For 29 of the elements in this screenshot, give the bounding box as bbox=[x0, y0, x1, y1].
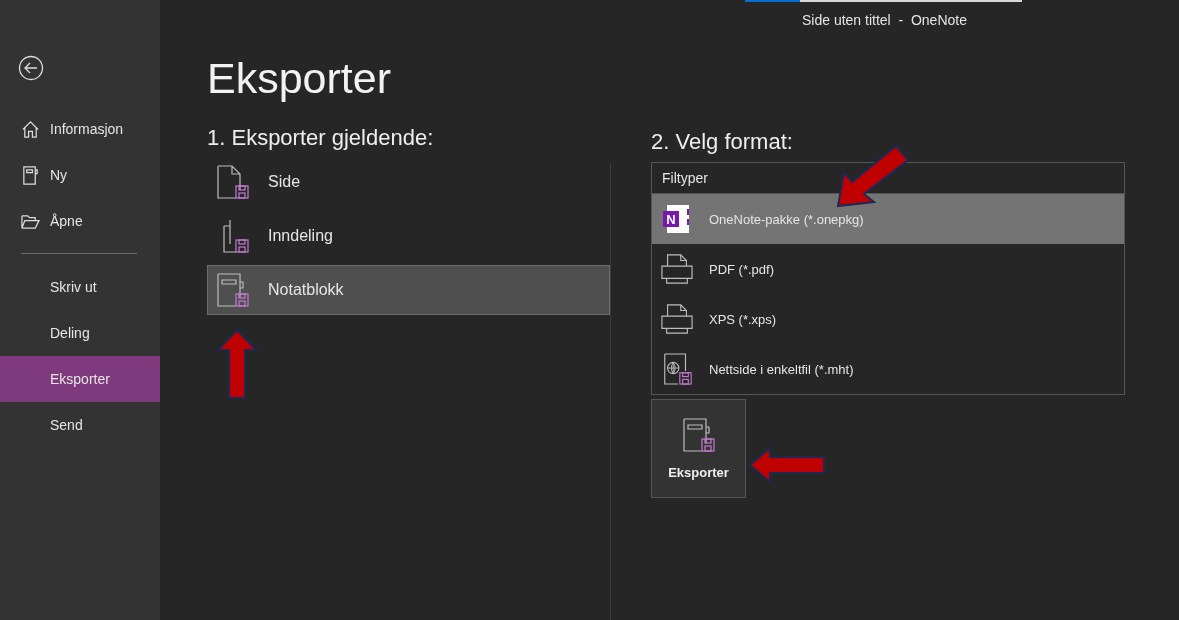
notebook-save-icon bbox=[216, 272, 250, 308]
window-title: Side uten tittel - OneNote bbox=[802, 12, 967, 28]
printer-icon bbox=[661, 252, 693, 286]
nav-item[interactable]: Informasjon bbox=[0, 106, 160, 152]
scope-option[interactable]: Inndeling bbox=[207, 211, 610, 261]
web-page-save-icon bbox=[661, 352, 693, 386]
page-save-icon bbox=[216, 164, 250, 200]
scope-option[interactable]: Side bbox=[207, 157, 610, 207]
nav-item[interactable]: Skriv ut bbox=[0, 264, 160, 310]
file-type-option[interactable]: Nettside i enkeltfil (*.mht) bbox=[652, 344, 1124, 394]
nav-item[interactable]: Send bbox=[0, 402, 160, 448]
nav-item[interactable]: Deling bbox=[0, 310, 160, 356]
back-icon[interactable] bbox=[18, 55, 44, 81]
file-type-option[interactable]: PDF (*.pdf) bbox=[652, 244, 1124, 294]
home-icon bbox=[21, 119, 40, 139]
notebook-icon bbox=[21, 165, 40, 185]
section-heading: 1. Eksporter gjeldende: bbox=[207, 125, 435, 151]
file-type-option[interactable]: N OneNote-pakke (*.onepkg) bbox=[652, 194, 1124, 244]
notebook-save-icon bbox=[681, 417, 716, 453]
scope-option[interactable]: Notatblokk bbox=[207, 265, 610, 315]
file-type-option[interactable]: XPS (*.xps) bbox=[652, 294, 1124, 344]
page-title: Eksporter bbox=[207, 53, 392, 103]
arrow-annotation bbox=[215, 328, 259, 400]
nav-item[interactable]: Eksporter bbox=[0, 356, 160, 402]
export-button[interactable]: Eksporter bbox=[651, 399, 746, 498]
nav-item[interactable]: Ny bbox=[0, 152, 160, 198]
section-heading: 2. Velg format: bbox=[651, 129, 794, 155]
nav-item[interactable]: Åpne bbox=[0, 198, 160, 244]
printer-icon bbox=[661, 302, 693, 336]
